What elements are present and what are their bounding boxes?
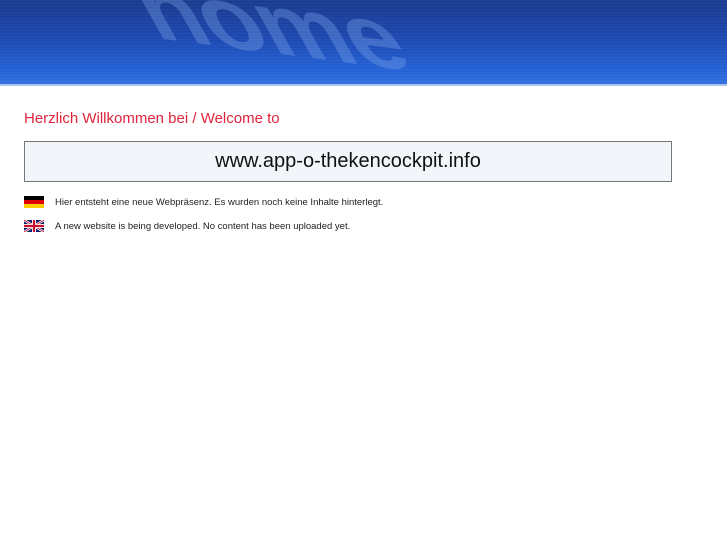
header-banner: home: [0, 0, 727, 86]
welcome-heading: Herzlich Willkommen bei / Welcome to: [24, 110, 280, 127]
message-german: Hier entsteht eine neue Webpräsenz. Es w…: [24, 196, 383, 208]
domain-box: www.app-o-thekencockpit.info: [24, 141, 672, 182]
message-english: A new website is being developed. No con…: [24, 220, 350, 232]
message-text: A new website is being developed. No con…: [55, 220, 351, 232]
uk-flag-icon: [24, 220, 44, 232]
german-flag-icon: [24, 196, 44, 208]
message-text: Hier entsteht eine neue Webpräsenz. Es w…: [55, 196, 384, 208]
